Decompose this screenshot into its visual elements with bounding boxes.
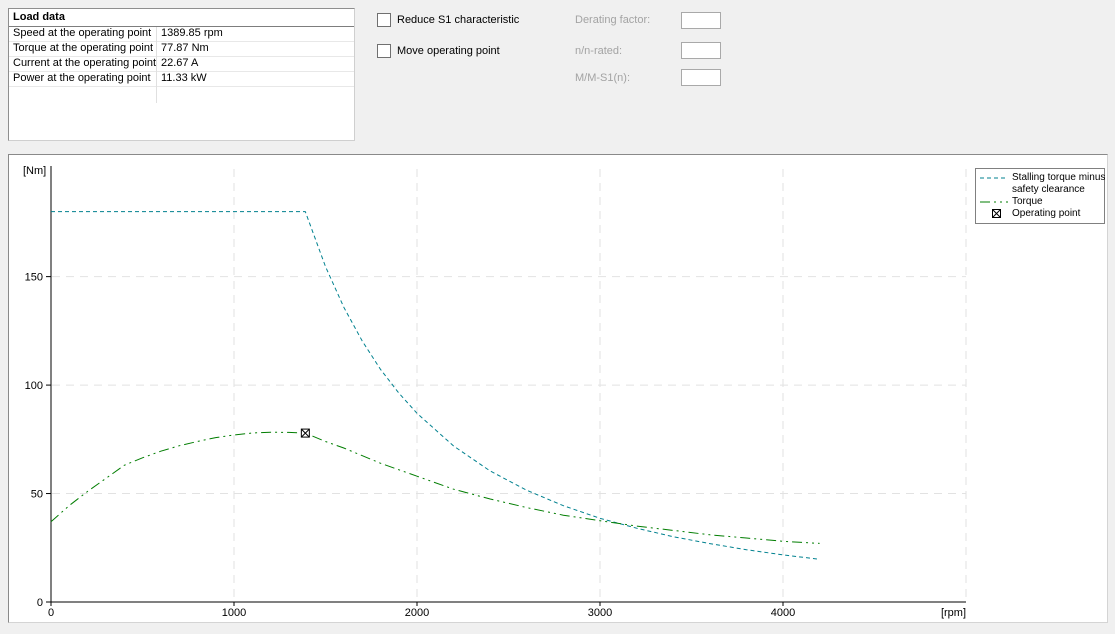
svg-text:1000: 1000: [222, 607, 246, 619]
chart-legend: Stalling torque minus safety clearance T…: [975, 168, 1105, 224]
svg-text:4000: 4000: [771, 607, 795, 619]
table-row: Current at the operating point 22.67 A: [9, 57, 354, 72]
checkbox-label: Move operating point: [397, 45, 500, 57]
checkbox-box[interactable]: [377, 13, 391, 27]
derating-factor-input: [681, 12, 721, 29]
row-label: Current at the operating point: [9, 57, 156, 71]
table-row: Power at the operating point 11.33 kW: [9, 72, 354, 87]
load-data-rows: Speed at the operating point 1389.85 rpm…: [9, 27, 354, 87]
row-value: 1389.85 rpm: [156, 27, 223, 41]
svg-text:[rpm]: [rpm]: [941, 607, 966, 619]
row-value: 22.67 A: [156, 57, 198, 71]
load-data-panel: Load data Speed at the operating point 1…: [8, 8, 355, 141]
checkbox-reduce-s1[interactable]: Reduce S1 characteristic: [377, 13, 519, 27]
field-label-m-m-s1n: M/M-S1(n):: [575, 72, 630, 84]
legend-item-operating-point: Operating point: [980, 208, 1101, 220]
row-label: Speed at the operating point: [9, 27, 156, 41]
row-value: 77.87 Nm: [156, 42, 209, 56]
table-row: Torque at the operating point 77.87 Nm: [9, 42, 354, 57]
legend-item-torque: Torque: [980, 196, 1101, 208]
dashed-line-icon: [980, 172, 1012, 180]
dash-dot-line-icon: [980, 196, 1012, 204]
table-row: Speed at the operating point 1389.85 rpm: [9, 27, 354, 42]
svg-text:0: 0: [37, 597, 43, 609]
svg-text:0: 0: [48, 607, 54, 619]
column-divider: [156, 27, 157, 103]
svg-text:100: 100: [25, 380, 43, 392]
m-m-s1n-input: [681, 69, 721, 86]
svg-text:50: 50: [31, 489, 43, 501]
field-label-n-n-rated: n/n-rated:: [575, 45, 622, 57]
row-value: 11.33 kW: [156, 72, 207, 86]
row-label: Torque at the operating point: [9, 42, 156, 56]
legend-label: Stalling torque minus: [1012, 172, 1105, 183]
legend-item-stalling-torque: Stalling torque minus safety clearance: [980, 172, 1101, 196]
load-data-title: Load data: [9, 9, 354, 27]
svg-text:2000: 2000: [405, 607, 429, 619]
checkbox-label: Reduce S1 characteristic: [397, 14, 519, 26]
operating-point-marker-icon: [980, 208, 1012, 218]
checkbox-move-operating-point[interactable]: Move operating point: [377, 44, 500, 58]
row-label: Power at the operating point: [9, 72, 156, 86]
legend-label: safety clearance: [1012, 184, 1085, 195]
chart-panel: 0 1000 2000 3000 4000 0 50 100 150 [Nm] [rpm] Stal…: [8, 154, 1108, 623]
n-n-rated-input: [681, 42, 721, 59]
svg-text:150: 150: [25, 272, 43, 284]
field-label-derating-factor: Derating factor:: [575, 14, 650, 26]
legend-label: Torque: [1012, 196, 1043, 208]
svg-text:3000: 3000: [588, 607, 612, 619]
svg-text:[Nm]: [Nm]: [23, 165, 46, 177]
legend-label: Operating point: [1012, 208, 1080, 220]
checkbox-box[interactable]: [377, 44, 391, 58]
torque-speed-chart: 0 1000 2000 3000 4000 0 50 100 150 [Nm] [rpm]: [9, 155, 1107, 622]
